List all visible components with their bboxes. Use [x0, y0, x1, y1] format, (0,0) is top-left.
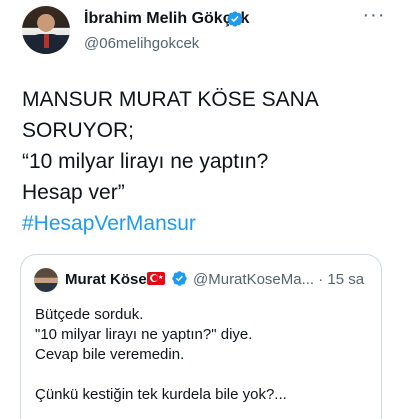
tweet-line: Hesap ver”	[22, 181, 125, 204]
quoted-author-avatar	[34, 268, 58, 292]
more-options-icon[interactable]: ···	[360, 5, 388, 30]
quoted-line: "10 milyar lirayı ne yaptın?" diye.	[35, 326, 253, 343]
turkey-flag-icon: ★	[147, 272, 165, 285]
quoted-line-spacer	[35, 365, 365, 385]
author-avatar[interactable]	[22, 6, 70, 54]
author-name[interactable]: İbrahim Melih Gökçek	[84, 10, 249, 28]
quoted-author-handle-time: @MuratKoseMa... · 15 sa	[193, 271, 365, 288]
hashtag-link[interactable]: #HesapVerMansur	[22, 208, 382, 239]
avatar-face	[39, 15, 53, 32]
flag-star: ★	[158, 275, 164, 281]
quoted-line: Çünkü kestiğin tek kurdela bile yok?...	[35, 386, 287, 403]
tweet-line: SORUYOR;	[22, 119, 135, 142]
quoted-tweet-card[interactable]: Murat Köse ★ @MuratKoseMa... · 15 sa Büt…	[20, 254, 382, 419]
quoted-line: Bütçede sorduk.	[35, 306, 144, 323]
verified-badge-icon	[172, 271, 187, 286]
author-handle[interactable]: @06melihgokcek	[84, 35, 199, 52]
quoted-author-name: Murat Köse	[65, 271, 147, 288]
quoted-line: Cevap bile veremedin.	[35, 346, 185, 363]
avatar-tie	[44, 34, 49, 48]
verified-badge-icon	[227, 11, 243, 27]
tweet-text: MANSUR MURAT KÖSE SANA SORUYOR; “10 mily…	[22, 84, 382, 239]
quoted-tweet-text: Bütçede sorduk. "10 milyar lirayı ne yap…	[35, 305, 365, 405]
tweet-line: MANSUR MURAT KÖSE SANA	[22, 88, 319, 111]
tweet-line: “10 milyar lirayı ne yaptın?	[22, 150, 269, 173]
